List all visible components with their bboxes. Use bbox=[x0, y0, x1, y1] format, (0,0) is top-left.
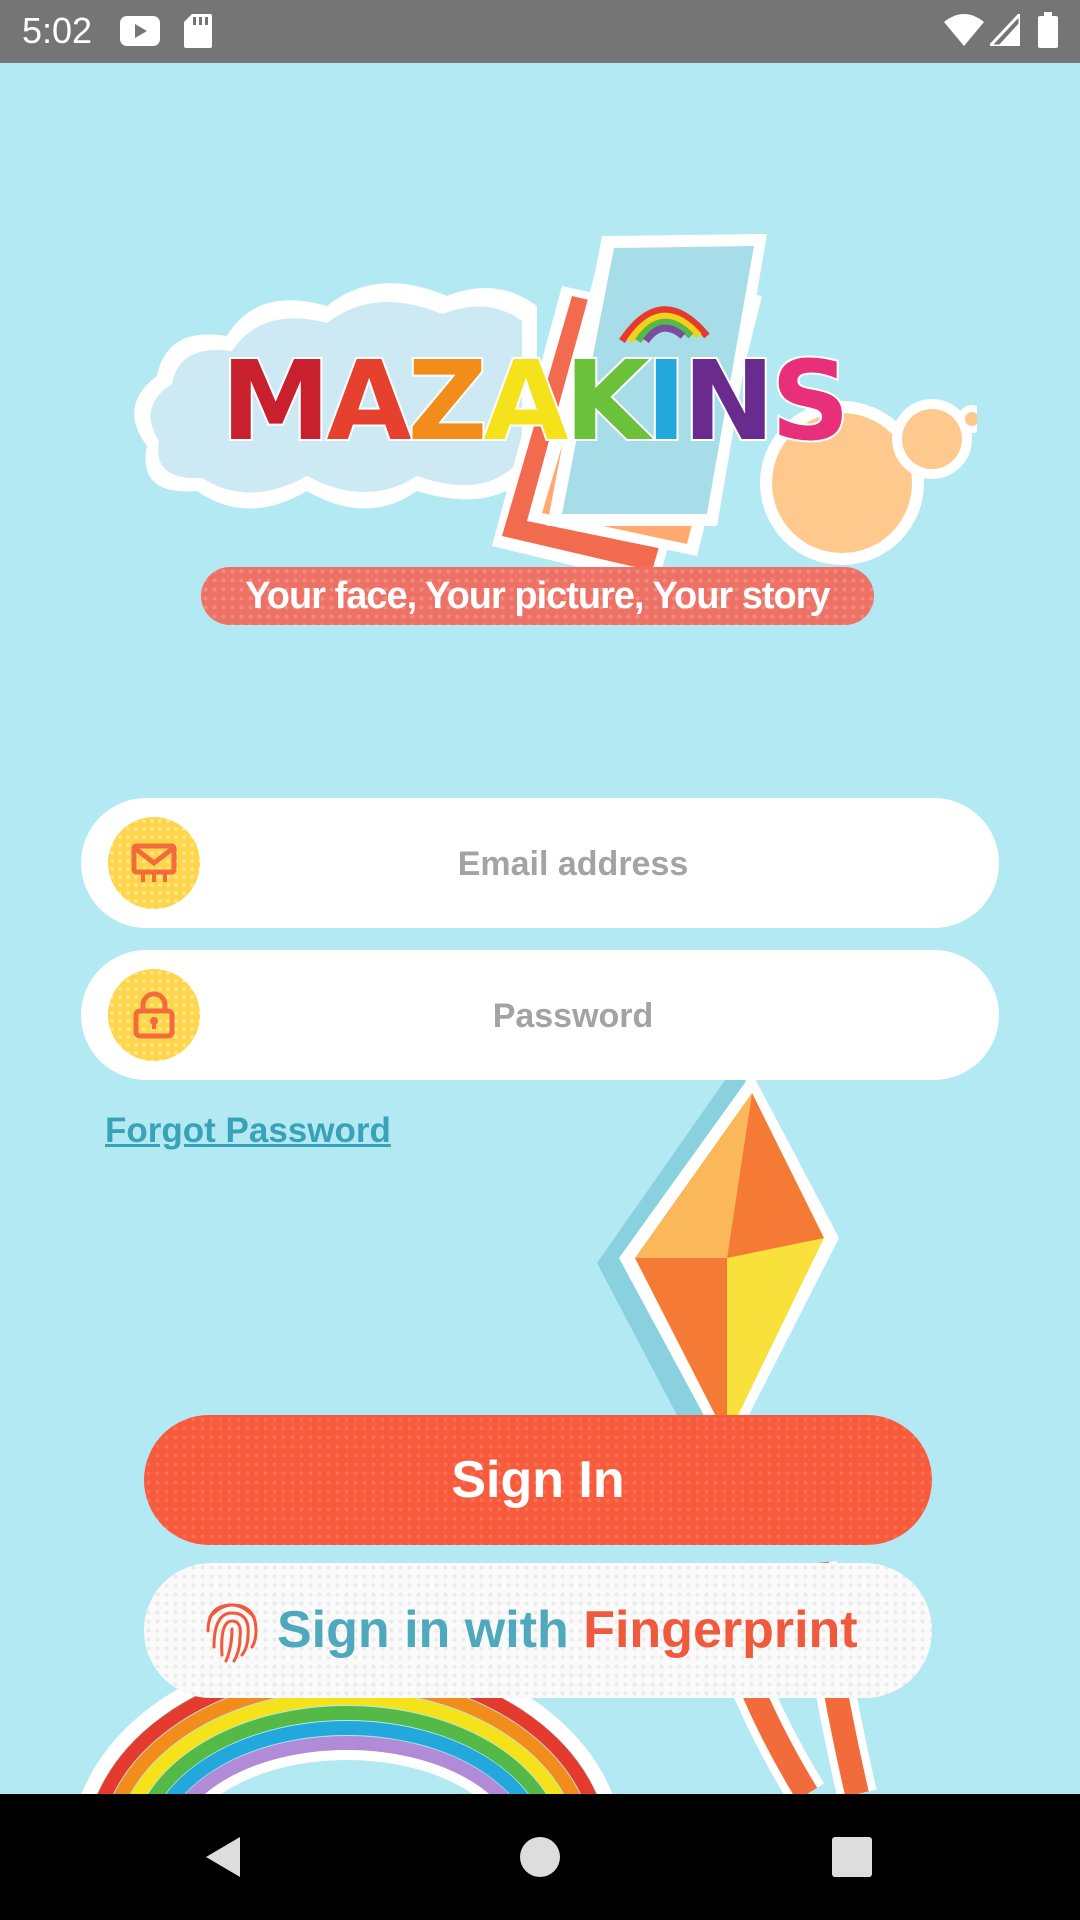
battery-icon bbox=[1038, 12, 1058, 53]
status-time: 5:02 bbox=[22, 10, 93, 51]
fingerprint-sign-in-button[interactable]: Sign in with Fingerprint bbox=[144, 1563, 932, 1698]
signal-icon bbox=[986, 10, 1022, 51]
logo-letter: A bbox=[324, 337, 413, 465]
home-icon[interactable] bbox=[512, 1829, 568, 1885]
logo-letter: K bbox=[563, 337, 652, 465]
fingerprint-label-part2: Fingerprint bbox=[583, 1601, 858, 1659]
email-input[interactable] bbox=[221, 798, 925, 930]
tagline: Your face, Your picture, Your story bbox=[201, 567, 874, 625]
logo-letter: Z bbox=[406, 337, 490, 465]
fingerprint-label-part1: Sign in with bbox=[277, 1601, 569, 1659]
login-screen: MAZAKINS Your face, Your picture, Your s… bbox=[7, 63, 1080, 1794]
lock-icon bbox=[108, 969, 200, 1061]
forgot-password-link[interactable]: Forgot Password bbox=[105, 1111, 391, 1151]
logo-letter: I bbox=[644, 337, 689, 465]
sd-card-icon bbox=[184, 14, 212, 53]
mail-icon bbox=[108, 817, 200, 909]
logo-letter: N bbox=[681, 337, 777, 465]
status-bar: 5:02 bbox=[0, 0, 1080, 63]
logo-letter: M bbox=[219, 337, 333, 465]
recents-icon[interactable] bbox=[824, 1829, 880, 1885]
password-field-container bbox=[81, 950, 999, 1082]
mazakins-logo: MAZAKINS bbox=[117, 226, 986, 596]
logo-letter: A bbox=[481, 337, 570, 465]
logo-letter: S bbox=[769, 337, 852, 465]
back-icon[interactable] bbox=[196, 1829, 252, 1885]
navigation-bar bbox=[0, 1794, 1080, 1920]
youtube-icon bbox=[120, 16, 160, 51]
wifi-icon bbox=[944, 14, 984, 51]
fingerprint-label: Sign in with Fingerprint bbox=[277, 1563, 858, 1698]
fingerprint-icon bbox=[206, 1603, 258, 1663]
password-input[interactable] bbox=[221, 950, 925, 1082]
sign-in-button[interactable]: Sign In bbox=[144, 1415, 932, 1545]
logo-text: MAZAKINS bbox=[219, 344, 852, 458]
email-field-container bbox=[81, 798, 999, 930]
